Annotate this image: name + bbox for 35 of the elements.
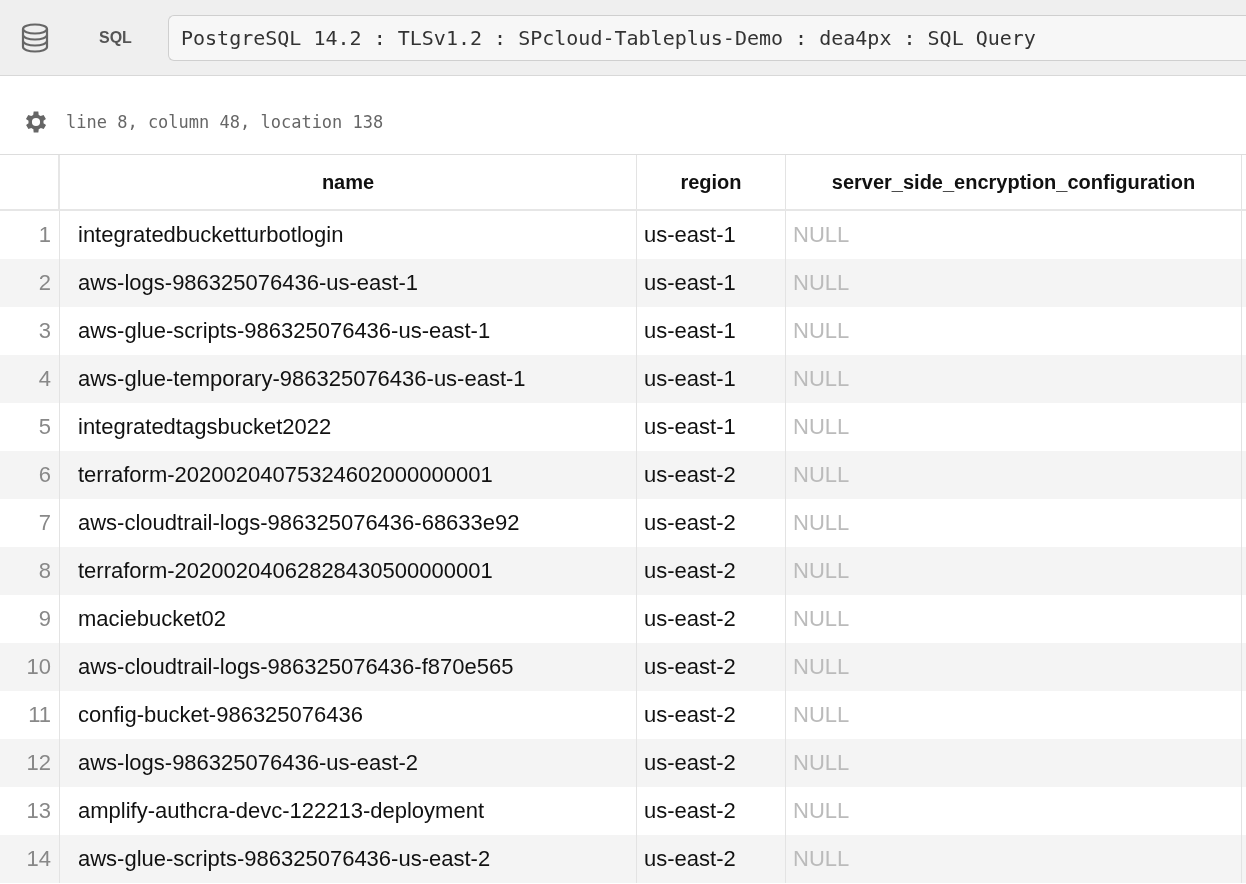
table-cell: aws-logs-986325076436-us-east-2 bbox=[60, 739, 637, 787]
table-cell: NULL bbox=[786, 355, 1242, 403]
row-number: 12 bbox=[0, 739, 60, 787]
table-cell: aws-cloudtrail-logs-986325076436-f870e565 bbox=[60, 643, 637, 691]
table-cell: NULL bbox=[786, 835, 1242, 883]
row-number: 4 bbox=[0, 355, 60, 403]
table-cell: NULL bbox=[786, 547, 1242, 595]
table-cell: NULL bbox=[786, 739, 1242, 787]
table-cell: us-east-1 bbox=[637, 355, 786, 403]
row-number: 14 bbox=[0, 835, 60, 883]
table-cell: aws-logs-986325076436-us-east-1 bbox=[60, 259, 637, 307]
table-cell: terraform-20200204075324602000000001 bbox=[60, 451, 637, 499]
row-number: 6 bbox=[0, 451, 60, 499]
table-cell: us-east-2 bbox=[637, 547, 786, 595]
row-number: 2 bbox=[0, 259, 60, 307]
table-cell: us-east-2 bbox=[637, 835, 786, 883]
table-cell: aws-glue-temporary-986325076436-us-east-1 bbox=[60, 355, 637, 403]
row-number: 8 bbox=[0, 547, 60, 595]
table-cell: NULL bbox=[786, 259, 1242, 307]
cursor-position-text: line 8, column 48, location 138 bbox=[66, 112, 384, 132]
column-header[interactable]: name bbox=[60, 155, 637, 209]
column-header[interactable]: server_side_encryption_configuration bbox=[786, 155, 1242, 209]
row-number: 10 bbox=[0, 643, 60, 691]
connection-field[interactable]: PostgreSQL 14.2 : TLSv1.2 : SPcloud-Tableplus-Demo : dea4px : SQL Query bbox=[168, 14, 1246, 61]
table-cell: NULL bbox=[786, 643, 1242, 691]
table-cell: aws-glue-scripts-986325076436-us-east-2 bbox=[60, 835, 637, 883]
table-cell: us-east-2 bbox=[637, 643, 786, 691]
database-icon[interactable] bbox=[19, 21, 51, 54]
sql-label: SQL bbox=[99, 28, 133, 47]
table-cell: us-east-1 bbox=[637, 259, 786, 307]
table-cell: us-east-2 bbox=[637, 739, 786, 787]
table-cell: terraform-20200204062828430500000001 bbox=[60, 547, 637, 595]
table-cell: NULL bbox=[786, 451, 1242, 499]
column-header[interactable]: region bbox=[637, 155, 786, 209]
table-cell: us-east-2 bbox=[637, 451, 786, 499]
